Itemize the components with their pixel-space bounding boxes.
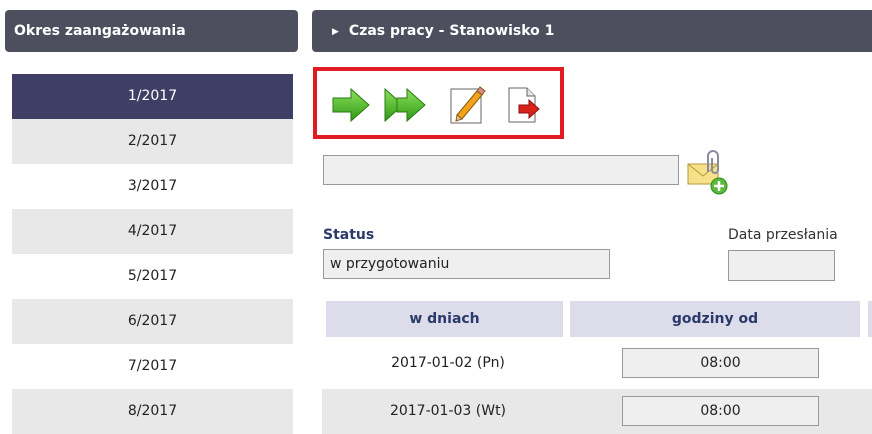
column-header-partial bbox=[868, 301, 872, 337]
table-row: 2017-01-02 (Pn) 08:00 bbox=[322, 341, 872, 386]
period-item[interactable]: 6/2017 bbox=[12, 299, 293, 344]
period-item[interactable]: 2/2017 bbox=[12, 119, 293, 164]
period-item[interactable]: 4/2017 bbox=[12, 209, 293, 254]
paperclip-envelope-add-icon bbox=[687, 150, 728, 195]
caret-right-icon: ▶ bbox=[332, 27, 339, 37]
green-double-arrow-icon bbox=[384, 87, 426, 123]
add-attachment-button[interactable] bbox=[684, 150, 730, 196]
attachment-field[interactable] bbox=[323, 155, 679, 185]
period-item[interactable]: 8/2017 bbox=[12, 389, 293, 434]
period-item[interactable]: 3/2017 bbox=[12, 164, 293, 209]
period-item[interactable]: 1/2017 bbox=[12, 74, 293, 119]
row-date: 2017-01-03 (Wt) bbox=[389, 403, 507, 419]
section-header[interactable]: ▶ Czas pracy - Stanowisko 1 bbox=[312, 10, 872, 52]
export-button[interactable] bbox=[503, 85, 543, 125]
document-export-icon bbox=[508, 87, 540, 123]
hours-from-field[interactable]: 08:00 bbox=[622, 348, 819, 378]
status-label: Status bbox=[323, 227, 375, 243]
status-field: w przygotowaniu bbox=[323, 249, 610, 279]
pencil-edit-icon bbox=[450, 86, 486, 124]
green-arrow-next-icon bbox=[332, 87, 370, 123]
period-item[interactable]: 7/2017 bbox=[12, 344, 293, 389]
hours-from-field[interactable]: 08:00 bbox=[622, 396, 819, 426]
section-title: Czas pracy - Stanowisko 1 bbox=[348, 23, 555, 39]
column-header-days: w dniach bbox=[326, 301, 563, 337]
table-row: 2017-01-03 (Wt) 08:00 bbox=[322, 389, 872, 434]
submission-date-field bbox=[728, 250, 835, 281]
period-item[interactable]: 5/2017 bbox=[12, 254, 293, 299]
next-all-button[interactable] bbox=[383, 85, 426, 125]
row-date: 2017-01-02 (Pn) bbox=[391, 355, 505, 371]
period-list: 1/2017 2/2017 3/2017 4/2017 5/2017 6/201… bbox=[12, 74, 293, 434]
submission-date-label: Data przesłania bbox=[728, 227, 838, 243]
column-header-hours-from: godziny od bbox=[570, 301, 860, 337]
edit-button[interactable] bbox=[447, 85, 487, 125]
toolbar-highlight bbox=[313, 67, 564, 139]
next-button[interactable] bbox=[331, 85, 371, 125]
period-panel-title: Okres zaangażowania bbox=[5, 10, 298, 52]
